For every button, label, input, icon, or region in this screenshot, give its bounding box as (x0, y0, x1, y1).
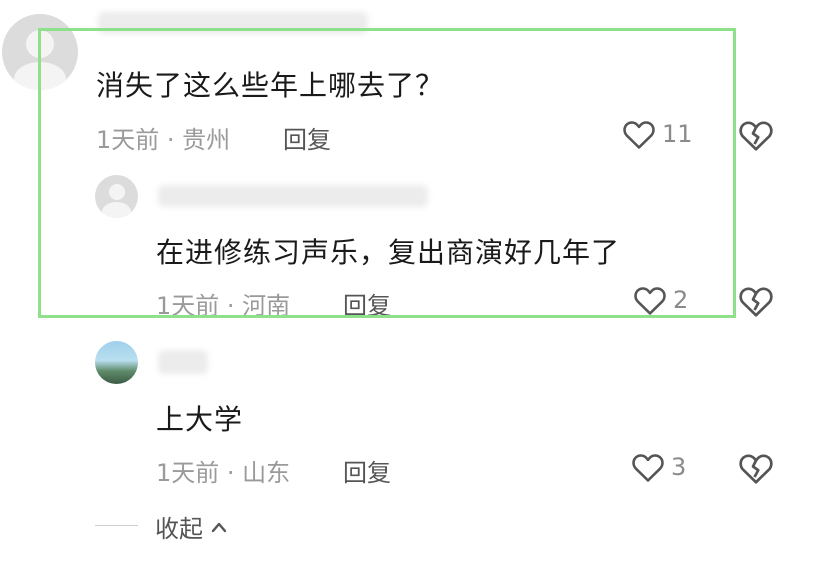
like-count: 3 (671, 453, 687, 481)
dislike-button[interactable] (738, 284, 774, 322)
highlight-box (38, 28, 736, 318)
dislike-button[interactable] (738, 451, 774, 489)
broken-heart-icon (739, 121, 773, 151)
heart-outline-icon (632, 454, 664, 482)
broken-heart-icon (739, 287, 773, 317)
dislike-button[interactable] (738, 118, 774, 156)
collapse-label: 收起 (155, 515, 203, 543)
like-button[interactable]: 3 (631, 451, 686, 483)
avatar[interactable] (95, 341, 138, 384)
collapse-replies-button[interactable]: 收起 (155, 509, 229, 544)
comment-text: 上大学 (156, 403, 244, 436)
reply-button[interactable]: 回复 (343, 453, 391, 488)
chevron-up-icon (211, 522, 227, 532)
broken-heart-icon (739, 454, 773, 484)
comment-meta: 1天前 · 山东 (156, 459, 291, 487)
blurred-username (158, 350, 208, 374)
collapse-divider (95, 525, 138, 526)
